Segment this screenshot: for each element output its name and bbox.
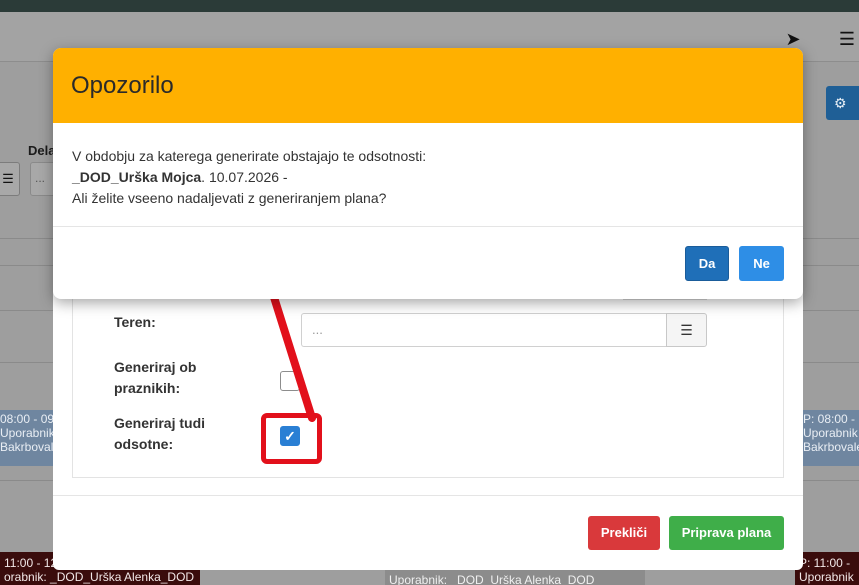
divider xyxy=(53,495,803,496)
event-user: Uporabnik: _DOD_Urška Alenka_DOD xyxy=(389,573,595,585)
warning-modal: Opozorilo V obdobju za katerega generira… xyxy=(53,48,803,299)
absence-date: . 10.07.2026 - xyxy=(201,169,288,185)
message-line-3: Ali želite vseeno nadaljevati z generira… xyxy=(72,190,387,206)
praznik-checkbox[interactable] xyxy=(280,371,300,391)
prepare-plan-button[interactable]: Priprava plana xyxy=(669,516,784,550)
event-role: Bakrbovalec xyxy=(803,440,859,454)
teren-input[interactable]: ... xyxy=(301,313,666,347)
no-button[interactable]: Ne xyxy=(739,246,784,281)
menu-icon[interactable]: ☰ xyxy=(836,28,858,50)
modal-message: V obdobju za katerega generirate obstaja… xyxy=(72,146,426,209)
annotation-highlight-box xyxy=(261,413,322,464)
event-time: P: 08:00 - xyxy=(803,412,856,426)
dela-label: Dela xyxy=(28,143,56,158)
event-time: 08:00 - 09 xyxy=(0,412,55,426)
absence-name: _DOD_Urška Mojca xyxy=(72,169,202,185)
form-panel: Teren: ... ☰ Generiraj ob praznikih: Gen… xyxy=(72,280,784,478)
odsotne-label: Generiraj tudi odsotne: xyxy=(114,415,206,452)
yes-button[interactable]: Da xyxy=(685,246,729,281)
app-top-strip xyxy=(0,0,859,12)
event-role: Bakrbovalec xyxy=(0,440,56,454)
list-icon: ☰ xyxy=(680,322,693,338)
event-user: Uporabnik xyxy=(799,570,854,584)
event-time: P: 11:00 - xyxy=(799,556,851,570)
teren-list-button[interactable]: ☰ xyxy=(666,313,707,347)
settings-button[interactable]: ⚙ xyxy=(826,86,859,120)
calendar-event-right[interactable]: P: 08:00 - Uporabnik Bakrbovalec xyxy=(803,410,859,466)
cancel-button[interactable]: Prekliči xyxy=(588,516,660,550)
divider xyxy=(53,226,803,227)
calendar-event-left[interactable]: 08:00 - 09 Uporabnik: _D Bakrbovalec xyxy=(0,410,56,466)
calendar-event-bottom-right[interactable]: P: 11:00 - Uporabnik xyxy=(795,552,859,585)
modal-title: Opozorilo xyxy=(71,72,174,99)
list-icon[interactable]: ☰ xyxy=(0,162,20,196)
teren-label: Teren: xyxy=(114,314,156,330)
event-user: Uporabnik xyxy=(803,426,858,440)
message-line-2: _DOD_Urška Mojca. 10.07.2026 - xyxy=(72,167,426,188)
generate-plan-dialog: Teren: ... ☰ Generiraj ob praznikih: Gen… xyxy=(53,280,803,570)
gear-icon: ⚙ xyxy=(834,95,847,111)
praznik-label: Generiraj ob praznikih: xyxy=(114,359,197,396)
message-line-1: V obdobju za katerega generirate obstaja… xyxy=(72,148,427,164)
event-user: Uporabnik: _D xyxy=(0,426,56,440)
send-icon[interactable]: ➤ xyxy=(782,28,804,50)
modal-header: Opozorilo xyxy=(53,48,803,123)
event-user: orabnik: _DOD_Urška Alenka_DOD xyxy=(4,570,195,584)
